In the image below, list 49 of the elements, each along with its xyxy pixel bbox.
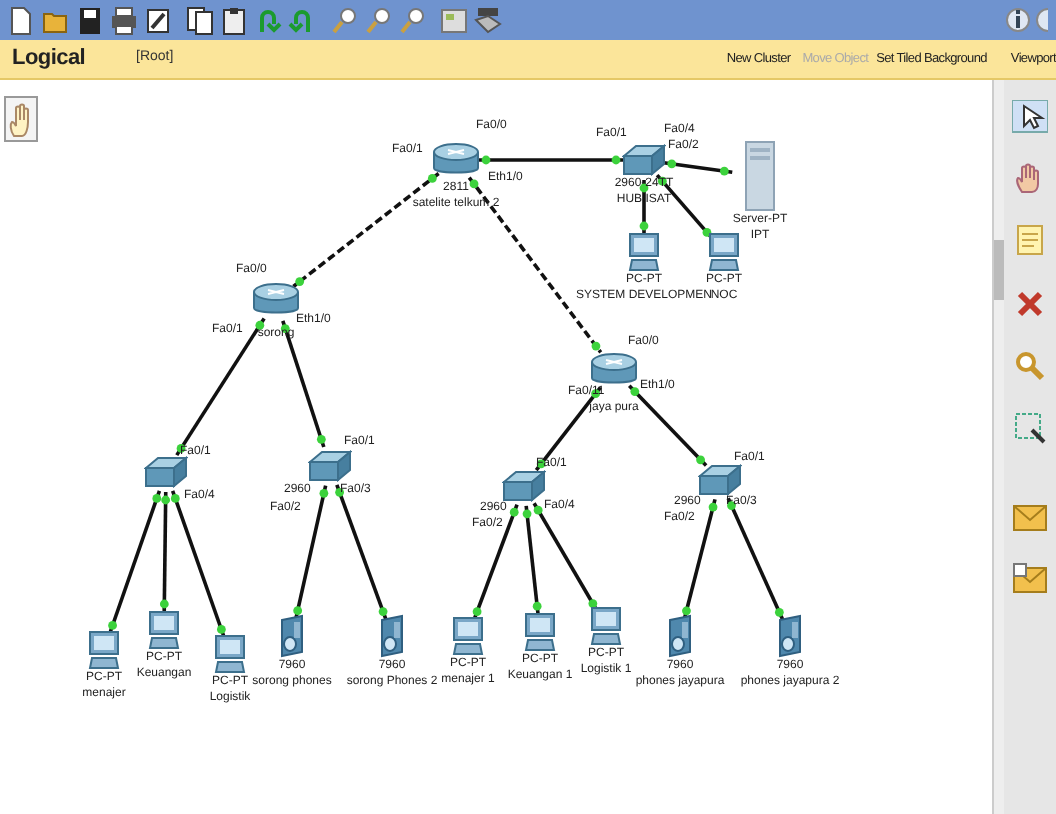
view-tab[interactable]: Logical — [12, 42, 136, 76]
cable-link[interactable] — [472, 504, 519, 620]
delete-icon[interactable] — [1012, 286, 1048, 320]
cable-link[interactable] — [532, 502, 599, 612]
copy-icon[interactable] — [186, 5, 214, 35]
resize-icon[interactable] — [1012, 410, 1048, 444]
select-arrow-icon[interactable] — [1012, 100, 1048, 134]
cable-link[interactable] — [522, 505, 542, 615]
switch-icon[interactable] — [144, 456, 188, 488]
computer-icon[interactable] — [148, 610, 180, 650]
cable-link[interactable] — [108, 490, 162, 634]
ip-phone-icon[interactable] — [276, 614, 308, 658]
paste-icon[interactable] — [220, 5, 248, 35]
computer-icon[interactable] — [88, 630, 120, 670]
hand-cursor-icon[interactable] — [4, 96, 38, 142]
new-file-icon[interactable] — [8, 5, 36, 35]
palette-icon[interactable] — [440, 5, 468, 35]
vertical-scrollbar[interactable] — [992, 80, 1004, 814]
print-icon[interactable] — [110, 5, 138, 35]
switch-icon[interactable] — [698, 464, 742, 496]
edit-icon[interactable] — [144, 5, 172, 35]
envelope-icon[interactable] — [1012, 562, 1048, 596]
cable-link[interactable] — [726, 497, 785, 621]
computer-icon[interactable] — [524, 612, 556, 652]
envelope-icon[interactable] — [1012, 500, 1048, 534]
ip-phone-icon[interactable] — [774, 614, 806, 658]
device-icon[interactable] — [474, 5, 502, 35]
save-icon[interactable] — [76, 5, 104, 35]
info-icon[interactable] — [1006, 6, 1030, 34]
computer-icon[interactable] — [452, 616, 484, 656]
cable-link[interactable] — [663, 159, 733, 176]
switch-icon[interactable] — [308, 450, 352, 482]
cable-link[interactable] — [478, 155, 624, 165]
cable-link[interactable] — [335, 484, 388, 620]
computer-icon[interactable] — [214, 634, 246, 674]
ip-phone-icon[interactable] — [664, 614, 696, 658]
switch-icon[interactable] — [622, 144, 666, 176]
ip-phone-icon[interactable] — [376, 614, 408, 658]
cable-link[interactable] — [170, 490, 226, 638]
computer-icon[interactable] — [590, 606, 622, 646]
zoom-icon[interactable] — [364, 5, 392, 35]
zoom-out-icon[interactable] — [398, 5, 426, 35]
zoom-in-icon[interactable] — [330, 5, 358, 35]
inspect-icon[interactable] — [1012, 348, 1048, 382]
server-icon[interactable] — [744, 140, 776, 212]
computer-icon[interactable] — [628, 232, 660, 272]
switch-icon[interactable] — [502, 470, 546, 502]
cable-link[interactable] — [159, 491, 171, 612]
computer-icon[interactable] — [708, 232, 740, 272]
